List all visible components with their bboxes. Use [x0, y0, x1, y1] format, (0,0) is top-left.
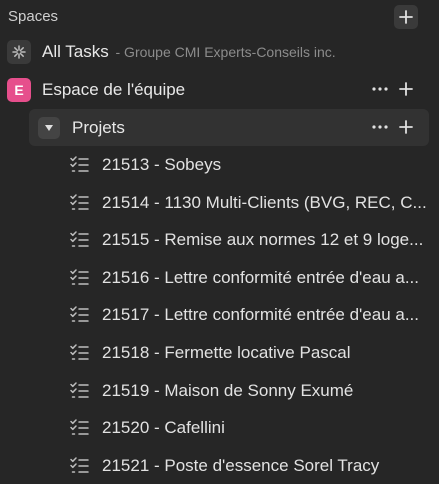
checklist-icon — [70, 305, 90, 323]
checklist-icon — [70, 193, 90, 211]
spaces-title: Spaces — [8, 8, 59, 25]
spaces-header: Spaces — [0, 0, 439, 34]
list-item[interactable]: 21516 - Lettre conformité entrée d'eau a… — [0, 259, 439, 296]
checklist-icon — [70, 456, 90, 474]
ellipsis-icon — [372, 87, 388, 91]
space-more-button[interactable] — [368, 77, 392, 101]
collapse-toggle[interactable] — [38, 117, 60, 139]
list-item[interactable]: 21513 - Sobeys — [0, 146, 439, 183]
list-item[interactable]: 21514 - 1130 Multi-Clients (BVG, REC, C.… — [0, 184, 439, 221]
folder-label: Projets — [72, 118, 125, 137]
list-item-label: 21513 - Sobeys — [102, 155, 222, 174]
plus-icon — [399, 82, 413, 96]
checklist-icon — [70, 343, 90, 361]
space-row[interactable]: E Espace de l'équipe — [0, 71, 439, 108]
list-item-label: 21520 - Cafellini — [102, 418, 225, 438]
folder-more-button[interactable] — [368, 115, 392, 139]
list-item-label: 21521 - Poste d'essence Sorel Tracy — [102, 455, 380, 475]
checklist-icon — [70, 230, 90, 248]
ellipsis-icon — [372, 125, 388, 129]
checklist-icon — [70, 381, 90, 399]
list-item-label: 21517 - Lettre conformité entrée d'eau a… — [102, 305, 419, 325]
list-item-label: 21519 - Maison de Sonny Exumé — [102, 380, 354, 400]
list-item-label: 21515 - Remise aux normes 12 et 9 loge..… — [102, 230, 424, 250]
folder-row-projets[interactable]: Projets — [29, 109, 429, 146]
checklist-icon — [70, 155, 90, 173]
list-item-label: 21516 - Lettre conformité entrée d'eau a… — [102, 267, 419, 287]
space-label: Espace de l'équipe — [42, 80, 186, 99]
list-item-label: 21514 - 1130 Multi-Clients (BVG, REC, C.… — [102, 192, 427, 212]
list-item[interactable]: 21520 - Cafellini — [0, 409, 439, 446]
add-space-button[interactable] — [394, 5, 418, 29]
folder-add-button[interactable] — [394, 115, 418, 139]
list-item[interactable]: 21518 - Fermette locative Pascal — [0, 334, 439, 371]
all-tasks-icon — [7, 40, 31, 64]
workspace-name: - Groupe CMI Experts-Conseils inc. — [115, 44, 336, 60]
all-tasks-row[interactable]: All Tasks - Groupe CMI Experts-Conseils … — [0, 33, 439, 70]
plus-icon — [399, 10, 413, 24]
checklist-icon — [70, 268, 90, 286]
list-item[interactable]: 21521 - Poste d'essence Sorel Tracy — [0, 447, 439, 484]
list-item[interactable]: 21517 - Lettre conformité entrée d'eau a… — [0, 296, 439, 333]
space-add-button[interactable] — [394, 77, 418, 101]
list-item[interactable]: 21515 - Remise aux normes 12 et 9 loge..… — [0, 221, 439, 258]
checklist-icon — [70, 418, 90, 436]
space-avatar: E — [7, 78, 31, 102]
caret-down-icon — [45, 125, 53, 131]
plus-icon — [399, 120, 413, 134]
all-tasks-label: All Tasks - Groupe CMI Experts-Conseils … — [42, 42, 336, 62]
list-item-label: 21518 - Fermette locative Pascal — [102, 343, 351, 362]
all-tasks-title: All Tasks — [42, 42, 109, 61]
list-item[interactable]: 21519 - Maison de Sonny Exumé — [0, 372, 439, 409]
